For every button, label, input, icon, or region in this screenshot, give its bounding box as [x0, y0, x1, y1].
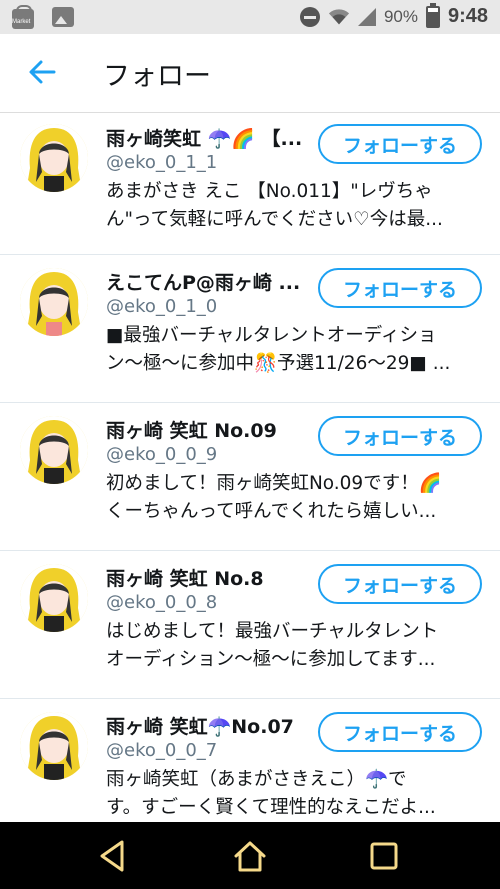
follow-button[interactable]: フォローする [318, 712, 482, 752]
page-title: フォロー [103, 61, 211, 92]
bio-line: はじめまして！最強バーチャルタレント [106, 621, 439, 642]
list-item[interactable]: 雨ヶ崎笑虹 ☂️🌈 【... @eko_0_1_1 フォローする あまがさき え… [0, 112, 500, 255]
user-handle: @eko_0_0_7 [106, 740, 218, 761]
bio-line: ン〜極〜に参加中🎊予選11/26〜29■ ... [106, 353, 451, 374]
user-name[interactable]: 雨ヶ崎笑虹 ☂️🌈 【... [106, 124, 311, 151]
user-handle: @eko_0_0_9 [106, 444, 218, 465]
bio-line: す。すごーく賢くて理性的なえこだよ... [106, 797, 436, 818]
user-bio: ■最強バーチャルタレントオーディショ ン〜極〜に参加中🎊予選11/26〜29■ … [106, 322, 486, 378]
bio-line: くーちゃんって呼んでくれたら嬉しい... [106, 501, 437, 522]
user-name[interactable]: えこてんP@雨ヶ崎 ... [106, 268, 311, 295]
back-triangle-icon[interactable] [94, 836, 134, 876]
list-item[interactable]: えこてんP@雨ヶ崎 ... @eko_0_1_0 フォローする ■最強バーチャル… [0, 254, 500, 403]
wifi-icon [328, 8, 350, 24]
back-arrow-icon[interactable] [26, 56, 58, 88]
bio-line: 雨ヶ崎笑虹（あまがさきえこ）☂️で [106, 769, 407, 790]
user-bio: 初めまして！雨ヶ崎笑虹No.09です！🌈 くーちゃんって呼んでくれたら嬉しい..… [106, 470, 486, 526]
follow-button[interactable]: フォローする [318, 564, 482, 604]
system-nav-bar [0, 822, 500, 889]
user-name[interactable]: 雨ヶ崎 笑虹 No.09 [106, 416, 311, 443]
top-app-bar: フォロー [0, 34, 500, 113]
avatar[interactable] [20, 268, 88, 336]
avatar[interactable] [20, 124, 88, 192]
avatar[interactable] [20, 712, 88, 780]
bio-line: 初めまして！雨ヶ崎笑虹No.09です！🌈 [106, 473, 442, 494]
user-bio: 雨ヶ崎笑虹（あまがさきえこ）☂️で す。すごーく賢くて理性的なえこだよ... [106, 766, 486, 822]
bio-line: あまがさき えこ 【No.011】"レヴちゃ [106, 181, 433, 202]
bio-line: ■最強バーチャルタレントオーディショ [106, 325, 437, 346]
do-not-disturb-icon [299, 6, 320, 27]
following-list: 雨ヶ崎笑虹 ☂️🌈 【... @eko_0_1_1 フォローする あまがさき え… [0, 112, 500, 822]
recents-square-icon[interactable] [364, 836, 404, 876]
market-label: Market [12, 19, 31, 25]
market-icon: Market [12, 5, 36, 29]
user-bio: はじめまして！最強バーチャルタレント オーディション〜極〜に参加してます... [106, 618, 486, 674]
avatar[interactable] [20, 564, 88, 632]
follow-button[interactable]: フォローする [318, 268, 482, 308]
user-name[interactable]: 雨ヶ崎 笑虹 No.8 [106, 564, 311, 591]
list-item[interactable]: 雨ヶ崎 笑虹 No.8 @eko_0_0_8 フォローする はじめまして！最強バ… [0, 550, 500, 699]
list-item[interactable]: 雨ヶ崎 笑虹☂️No.07 @eko_0_0_7 フォローする 雨ヶ崎笑虹（あま… [0, 698, 500, 822]
user-handle: @eko_0_1_1 [106, 152, 218, 173]
image-icon [52, 7, 74, 27]
follow-button[interactable]: フォローする [318, 124, 482, 164]
clock: 9:48 [447, 5, 488, 27]
bio-line: オーディション〜極〜に参加してます... [106, 649, 436, 670]
home-icon[interactable] [230, 836, 270, 876]
status-bar: Market 90% 9:48 [0, 0, 500, 34]
battery-percent: 90% [383, 6, 418, 26]
user-bio: あまがさき えこ 【No.011】"レヴちゃ ん"って気軽に呼んでください♡今は… [106, 178, 486, 234]
user-handle: @eko_0_1_0 [106, 296, 218, 317]
signal-icon [357, 7, 376, 26]
list-item[interactable]: 雨ヶ崎 笑虹 No.09 @eko_0_0_9 フォローする 初めまして！雨ヶ崎… [0, 402, 500, 551]
avatar[interactable] [20, 416, 88, 484]
user-handle: @eko_0_0_8 [106, 592, 218, 613]
user-name[interactable]: 雨ヶ崎 笑虹☂️No.07 [106, 712, 311, 739]
follow-button[interactable]: フォローする [318, 416, 482, 456]
bio-line: ん"って気軽に呼んでください♡今は最... [106, 209, 443, 230]
battery-icon [425, 2, 440, 28]
